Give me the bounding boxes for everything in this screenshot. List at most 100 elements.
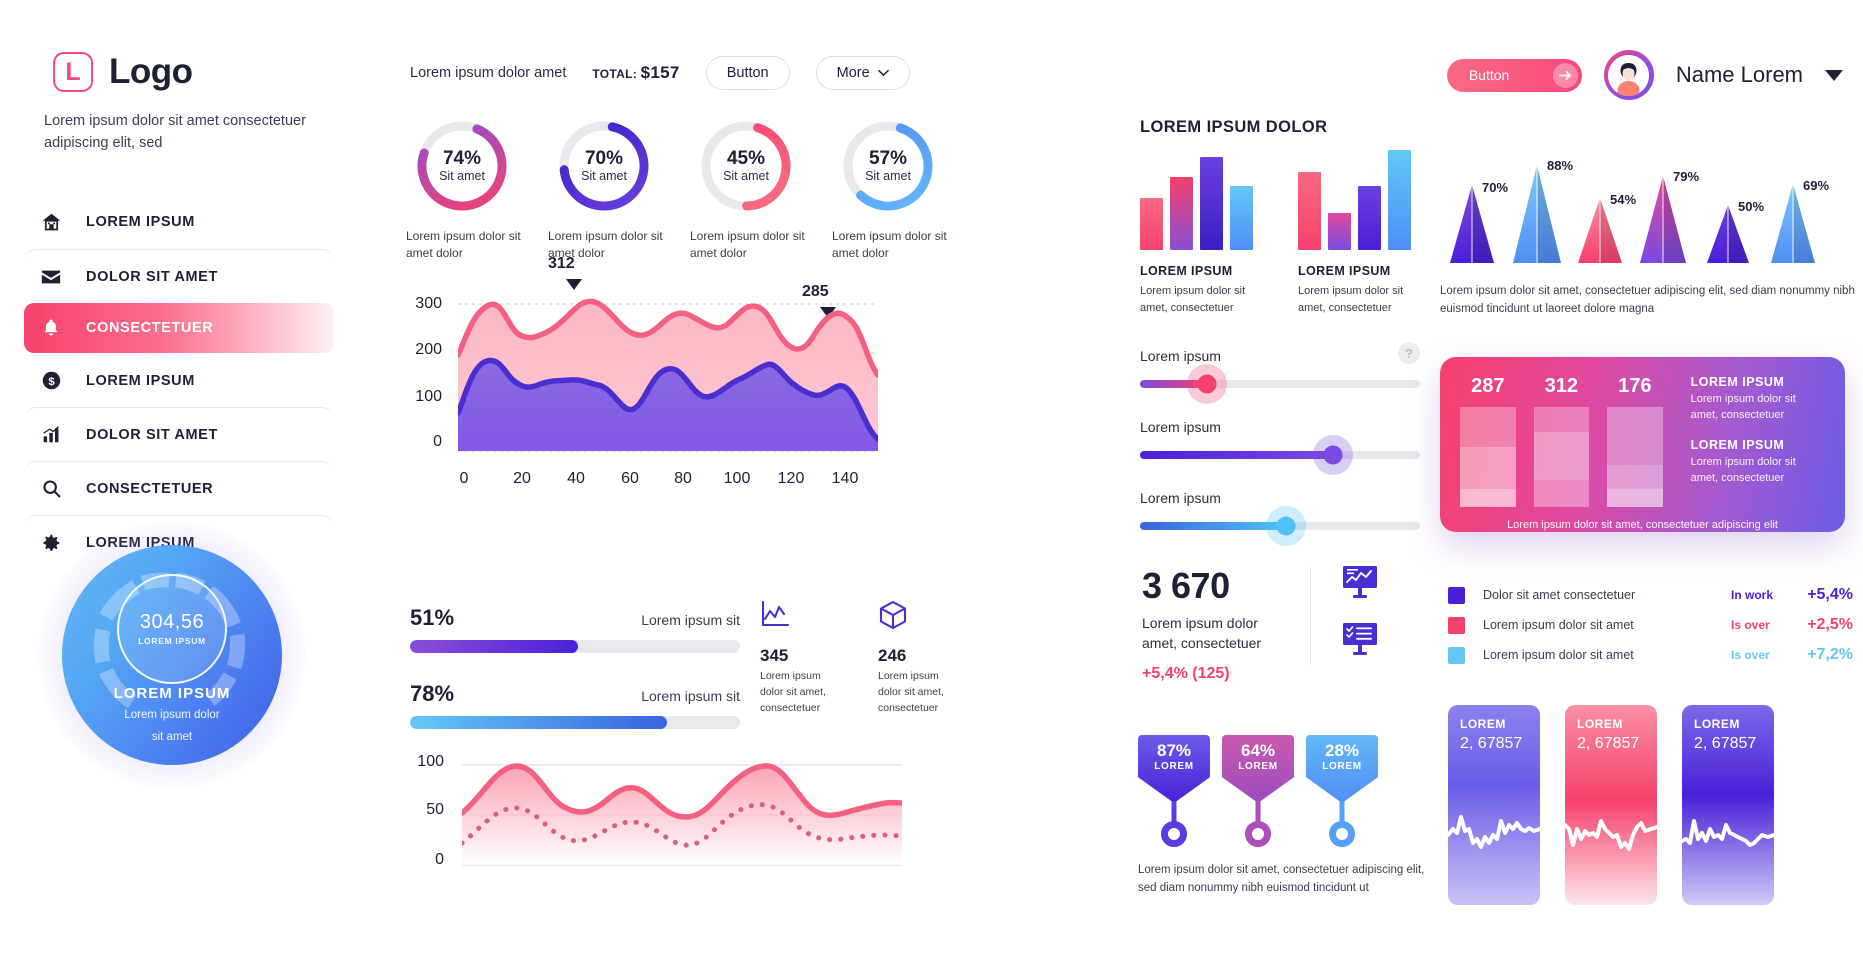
gauge-inner-ring: 304,56 LOREM IPSUM: [117, 573, 227, 684]
pin-marker[interactable]: 28% LOREM: [1306, 735, 1378, 847]
sidebar-item-label: DOLOR SIT AMET: [86, 268, 218, 285]
sidebar-item-dolor-sit-amet-chart[interactable]: DOLOR SIT AMET: [24, 407, 334, 461]
slider-knob[interactable]: [1276, 516, 1296, 536]
toolbar-button[interactable]: Button: [705, 56, 790, 90]
mini-card[interactable]: LOREM 2, 67857: [1682, 705, 1774, 905]
chevron-down-icon: [877, 69, 889, 77]
donut-gauge-row: 74% Sit amet Lorem ipsum dolor sit amet …: [402, 118, 970, 263]
big-number-icons: [1342, 565, 1378, 661]
chart-icon: [38, 424, 64, 445]
toolbar-total-value: $157: [640, 63, 680, 82]
cone-chart: 70% 88% 54% 79% 50% 69%: [1440, 150, 1863, 280]
pin-body: 64% LOREM: [1222, 735, 1294, 803]
toolbar-more-button[interactable]: More: [815, 56, 910, 90]
donut-card[interactable]: 74% Sit amet Lorem ipsum dolor sit amet …: [402, 118, 544, 263]
sidebar-item-consectetuer-bell[interactable]: CONSECTETUER: [24, 303, 334, 353]
cone-percent: 79%: [1673, 169, 1700, 184]
gauge-value: 304,56: [139, 611, 205, 634]
donut-card[interactable]: 70% Sit amet Lorem ipsum dolor sit amet …: [544, 118, 686, 263]
cone-percent: 50%: [1738, 199, 1765, 214]
slider-fill: [1140, 451, 1334, 459]
donut-center: 57% Sit amet: [840, 118, 936, 214]
monitor-chart-icon[interactable]: [1342, 565, 1378, 604]
sidebar-item-label: LOREM IPSUM: [86, 214, 195, 230]
slider-track[interactable]: [1140, 364, 1420, 404]
legend-swatch: [1448, 616, 1465, 634]
sidebar-item-lorem-ipsum-home[interactable]: LOREM IPSUM: [24, 195, 334, 249]
slider-label: Lorem ipsum: [1140, 419, 1221, 435]
dashboard-page: L Logo Lorem ipsum dolor sit amet consec…: [0, 0, 1863, 980]
stack-segment: [1460, 407, 1516, 447]
gauge-value-label: LOREM IPSUM: [138, 636, 206, 647]
bar: [1170, 177, 1193, 250]
header-action-label: Button: [1468, 67, 1510, 83]
x-axis-tick: 120: [777, 470, 805, 487]
legend-name: Lorem ipsum dolor sit amet: [1483, 648, 1634, 662]
sidebar-item-dolor-sit-amet-mail[interactable]: DOLOR SIT AMET: [24, 249, 334, 303]
mini-card[interactable]: LOREM 2, 67857: [1448, 705, 1540, 905]
legend-value: +2,5%: [1807, 616, 1853, 633]
pin-marker[interactable]: 87% LOREM: [1138, 735, 1210, 847]
stack-segment: [1607, 465, 1663, 489]
pin-ring: [1245, 821, 1271, 847]
donut-percent: 57%: [868, 147, 908, 169]
slider-knob[interactable]: [1323, 445, 1343, 465]
toolbar-total-prefix: TOTAL:: [592, 67, 638, 81]
area-chart-annotation: 312: [548, 255, 575, 272]
pin-body: 87% LOREM: [1138, 735, 1210, 803]
donut-sublabel: Sit amet: [865, 169, 911, 184]
donut-ring: 74% Sit amet: [414, 118, 510, 214]
header-action-button[interactable]: Button: [1446, 58, 1582, 92]
gradient-card-footer: Lorem ipsum dolor sit amet, consectetuer…: [1507, 519, 1778, 531]
mini-card-label: LOREM: [1694, 717, 1740, 731]
donut-center: 74% Sit amet: [414, 118, 510, 214]
help-icon[interactable]: ?: [1398, 342, 1420, 364]
legend-value: +7,2%: [1807, 646, 1853, 663]
user-name: Name Lorem: [1675, 62, 1803, 87]
dollar-icon: $: [38, 370, 64, 391]
legend-status: Is over: [1731, 648, 1770, 662]
logo[interactable]: L Logo: [53, 52, 193, 92]
donut-sublabel: Sit amet: [581, 169, 627, 184]
pin-percent: 28%: [1324, 741, 1360, 760]
progress-track[interactable]: [410, 716, 740, 729]
legend-row: Lorem ipsum dolor sit amet Is over +7,2%: [1448, 640, 1853, 670]
svg-text:$: $: [48, 376, 55, 388]
monitor-checklist-icon[interactable]: [1342, 622, 1378, 661]
pin-stem: [1171, 801, 1177, 823]
sidebar-item-lorem-ipsum-dollar[interactable]: $ LOREM IPSUM: [24, 353, 334, 407]
pin-label: LOREM: [1154, 760, 1194, 772]
slider-knob[interactable]: [1197, 374, 1217, 394]
gradient-card-number: 287: [1471, 375, 1505, 397]
sparkline-icon: [1565, 819, 1657, 851]
slider-row: Lorem ipsum: [1140, 348, 1420, 404]
progress-label: Lorem ipsum sit: [641, 688, 740, 704]
progress-percent: 51%: [410, 605, 455, 630]
gauge-desc-line1: Lorem ipsum dolor: [124, 709, 220, 721]
sidebar-item-label: CONSECTETUER: [86, 320, 214, 336]
donut-card[interactable]: 45% Sit amet Lorem ipsum dolor sit amet …: [686, 118, 828, 263]
gradient-card-number: 312: [1544, 375, 1578, 397]
donut-percent: 45%: [726, 147, 766, 169]
sparkline-icon: [1448, 815, 1540, 849]
slider-label: Lorem ipsum: [1140, 490, 1221, 506]
legend-status: In work: [1731, 588, 1774, 602]
mini-card[interactable]: LOREM 2, 67857: [1565, 705, 1657, 905]
avatar[interactable]: [1603, 50, 1654, 100]
gauge-desc-line2: sit amet: [151, 730, 193, 743]
stack-segment: [1460, 447, 1516, 489]
pin-marker[interactable]: 64% LOREM: [1222, 735, 1294, 847]
donut-percent: 74%: [442, 147, 482, 169]
sidebar-item-consectetuer-search[interactable]: CONSECTETUER: [24, 461, 334, 515]
donut-card[interactable]: 57% Sit amet Lorem ipsum dolor sit amet …: [828, 118, 970, 263]
mini-stat-number: 246: [878, 646, 907, 665]
slider-track[interactable]: [1140, 435, 1420, 475]
big-number-value: 3 670: [1142, 565, 1230, 606]
bar-card-text: Lorem ipsum dolor sit amet, consectetuer: [1298, 285, 1404, 314]
slider-track[interactable]: [1140, 506, 1420, 546]
section-title: LOREM IPSUM DOLOR: [1140, 118, 1328, 136]
chevron-down-icon[interactable]: [1825, 69, 1843, 81]
big-number-left: 3 670 Lorem ipsum dolor amet, consectetu…: [1142, 565, 1292, 683]
logo-mark-icon: L: [53, 52, 93, 92]
progress-track[interactable]: [410, 640, 740, 653]
